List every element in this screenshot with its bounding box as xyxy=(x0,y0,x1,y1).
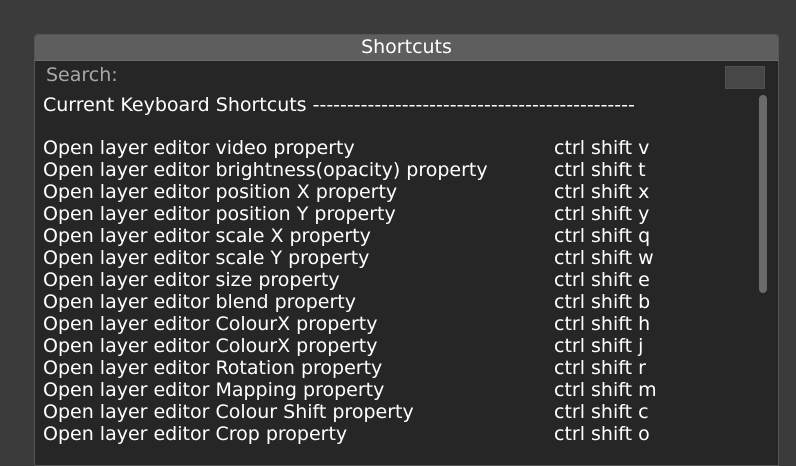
shortcut-row[interactable]: Open layer editor Colour Shift property … xyxy=(43,401,753,423)
shortcut-action: Open layer editor size property xyxy=(43,269,340,291)
shortcut-action: Open layer editor blend property xyxy=(43,291,356,313)
shortcut-row[interactable]: Open layer editor position X property ct… xyxy=(43,181,753,203)
shortcut-row[interactable]: Open layer editor scale Y property ctrl … xyxy=(43,247,753,269)
shortcut-rows: Open layer editor video property ctrl sh… xyxy=(43,137,753,445)
shortcut-row[interactable]: Open layer editor Crop property ctrl shi… xyxy=(43,423,753,445)
shortcut-keys: ctrl shift y xyxy=(554,203,650,225)
shortcut-keys: ctrl shift w xyxy=(554,247,654,269)
shortcut-keys: ctrl shift v xyxy=(554,137,650,159)
shortcut-keys: ctrl shift h xyxy=(554,313,651,335)
list-heading: Current Keyboard Shortcuts -------------… xyxy=(43,94,635,116)
shortcut-action: Open layer editor position X property xyxy=(43,181,398,203)
shortcut-action: Open layer editor scale X property xyxy=(43,225,371,247)
shortcut-keys: ctrl shift m xyxy=(554,379,657,401)
vertical-scrollbar[interactable] xyxy=(757,95,769,465)
shortcut-row[interactable]: Open layer editor size property ctrl shi… xyxy=(43,269,753,291)
shortcut-keys: ctrl shift b xyxy=(554,291,651,313)
shortcut-row[interactable]: Open layer editor Rotation property ctrl… xyxy=(43,357,753,379)
shortcut-action: Open layer editor Crop property xyxy=(43,423,348,445)
shortcut-action: Open layer editor Colour Shift property xyxy=(43,401,414,423)
shortcut-action: Open layer editor Mapping property xyxy=(43,379,385,401)
shortcut-action: Open layer editor ColourX property xyxy=(43,335,378,357)
shortcut-list: Current Keyboard Shortcuts -------------… xyxy=(35,90,753,465)
shortcut-keys: ctrl shift j xyxy=(554,335,644,357)
search-row: Search: xyxy=(35,61,778,89)
shortcut-keys: ctrl shift q xyxy=(554,225,651,247)
shortcuts-window: Shortcuts Search: Current Keyboard Short… xyxy=(34,34,779,466)
scrollbar-thumb[interactable] xyxy=(759,95,767,293)
shortcut-row[interactable]: Open layer editor brightness(opacity) pr… xyxy=(43,159,753,181)
search-label: Search: xyxy=(46,64,118,86)
shortcut-action: Open layer editor video property xyxy=(43,137,355,159)
shortcut-action: Open layer editor brightness(opacity) pr… xyxy=(43,159,488,181)
shortcut-row[interactable]: Open layer editor blend property ctrl sh… xyxy=(43,291,753,313)
shortcut-keys: ctrl shift o xyxy=(554,423,650,445)
shortcut-action: Open layer editor ColourX property xyxy=(43,313,378,335)
shortcut-row[interactable]: Open layer editor position Y property ct… xyxy=(43,203,753,225)
shortcut-keys: ctrl shift r xyxy=(554,357,646,379)
search-input[interactable] xyxy=(725,66,765,89)
shortcut-keys: ctrl shift t xyxy=(554,159,646,181)
shortcut-action: Open layer editor position Y property xyxy=(43,203,396,225)
window-title[interactable]: Shortcuts xyxy=(35,35,778,61)
shortcut-row[interactable]: Open layer editor scale X property ctrl … xyxy=(43,225,753,247)
shortcut-keys: ctrl shift x xyxy=(554,181,650,203)
shortcut-row[interactable]: Open layer editor video property ctrl sh… xyxy=(43,137,753,159)
shortcut-row[interactable]: Open layer editor Mapping property ctrl … xyxy=(43,379,753,401)
shortcut-keys: ctrl shift c xyxy=(554,401,649,423)
shortcut-action: Open layer editor Rotation property xyxy=(43,357,383,379)
shortcut-row[interactable]: Open layer editor ColourX property ctrl … xyxy=(43,313,753,335)
shortcut-keys: ctrl shift e xyxy=(554,269,650,291)
shortcut-row[interactable]: Open layer editor ColourX property ctrl … xyxy=(43,335,753,357)
shortcut-action: Open layer editor scale Y property xyxy=(43,247,370,269)
